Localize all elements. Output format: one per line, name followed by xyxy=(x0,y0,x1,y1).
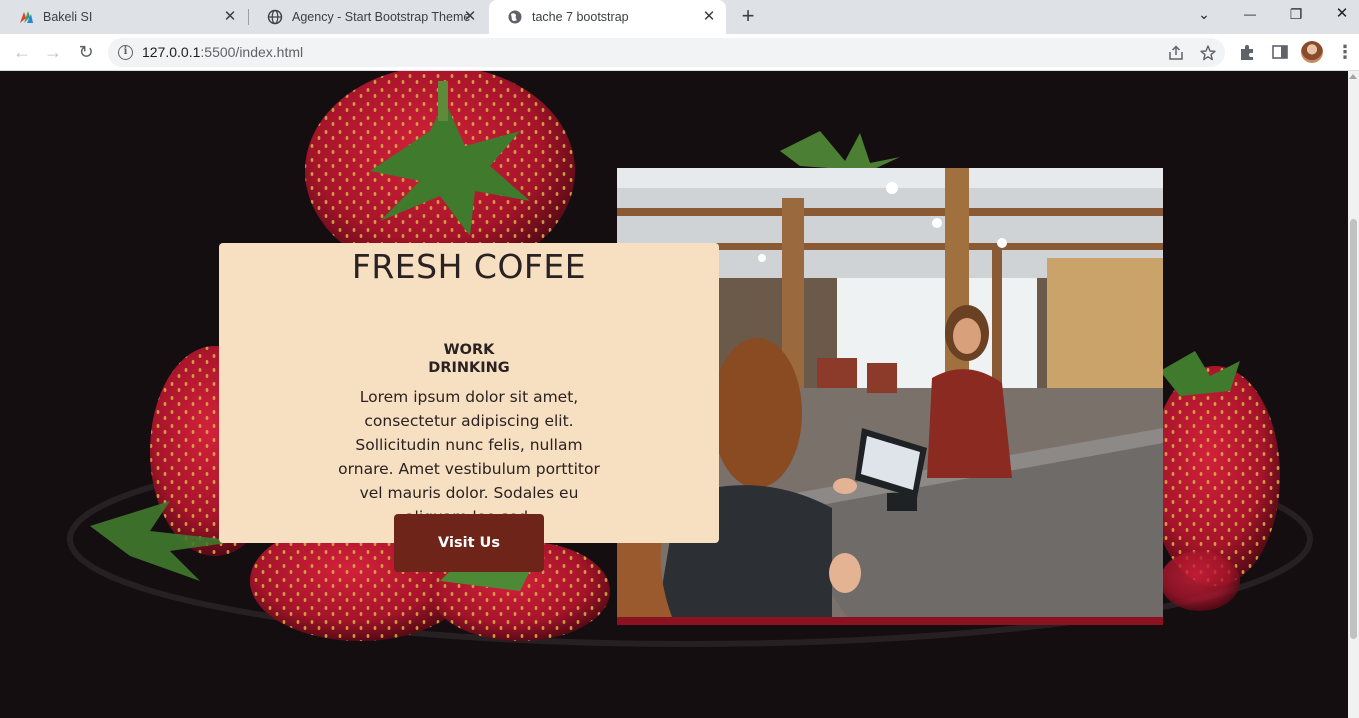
page-scrollbar[interactable] xyxy=(1348,71,1359,718)
scrollbar-thumb[interactable] xyxy=(1350,219,1357,639)
side-panel-icon[interactable] xyxy=(1270,42,1290,62)
tab-title: Agency - Start Bootstrap Theme xyxy=(292,10,471,24)
profile-avatar[interactable] xyxy=(1301,41,1323,63)
card-title: FRESH COFEE xyxy=(351,247,587,286)
visit-us-button[interactable]: Visit Us xyxy=(394,514,544,572)
back-button[interactable]: ← xyxy=(9,40,35,64)
card-subtitle-line2: DRINKING xyxy=(428,360,510,376)
url-path: :5500/index.html xyxy=(200,44,304,60)
url-host: 127.0.0.1 xyxy=(142,44,201,60)
tab-title: tache 7 bootstrap xyxy=(532,10,629,24)
close-tab-icon[interactable]: ✕ xyxy=(461,8,479,26)
reload-button[interactable]: ↻ xyxy=(73,40,99,64)
tab-search-icon[interactable]: ⌄ xyxy=(1181,0,1227,30)
bakeli-logo-icon xyxy=(20,11,33,23)
share-icon[interactable] xyxy=(1167,44,1185,62)
browser-toolbar: ← → ↻ i 127.0.0.1:5500/index.html ⋮ xyxy=(0,34,1359,71)
site-info-icon[interactable]: i xyxy=(118,45,133,60)
close-tab-icon[interactable]: ✕ xyxy=(700,8,718,26)
globe-icon xyxy=(508,10,522,24)
address-bar[interactable]: i 127.0.0.1:5500/index.html xyxy=(108,38,1225,67)
page-viewport: FRESH COFEE WORK DRINKING Lorem ipsum do… xyxy=(0,71,1359,718)
url-text[interactable]: 127.0.0.1:5500/index.html xyxy=(142,44,303,60)
close-window-button[interactable]: ✕ xyxy=(1319,0,1359,30)
new-tab-button[interactable]: + xyxy=(736,5,760,28)
tab-bakeli[interactable]: Bakeli SI ✕ xyxy=(0,0,247,34)
tab-title: Bakeli SI xyxy=(43,10,93,24)
extensions-puzzle-icon[interactable] xyxy=(1238,42,1258,62)
restore-button[interactable]: ❐ xyxy=(1273,0,1319,30)
tab-tache7[interactable]: tache 7 bootstrap ✕ xyxy=(489,0,726,34)
card-subtitle: WORK DRINKING xyxy=(219,341,719,377)
strawberry-right xyxy=(1150,351,1280,586)
globe-icon xyxy=(267,9,283,25)
card-body-text: Lorem ipsum dolor sit amet, consectetur … xyxy=(338,388,600,526)
bookmark-star-icon[interactable] xyxy=(1199,44,1217,62)
scroll-up-arrow-icon[interactable] xyxy=(1349,74,1357,79)
forward-button[interactable]: → xyxy=(40,40,66,64)
close-tab-icon[interactable]: ✕ xyxy=(221,8,239,26)
card-subtitle-line1: WORK xyxy=(443,342,495,358)
browser-menu-icon[interactable]: ⋮ xyxy=(1336,42,1354,62)
tab-agency[interactable]: Agency - Start Bootstrap Theme ✕ xyxy=(249,0,487,34)
tab-strip: Bakeli SI ✕ Agency - Start Bootstrap The… xyxy=(0,0,1359,34)
minimize-button[interactable]: — xyxy=(1227,0,1273,30)
promo-card: FRESH COFEE WORK DRINKING Lorem ipsum do… xyxy=(219,243,719,543)
